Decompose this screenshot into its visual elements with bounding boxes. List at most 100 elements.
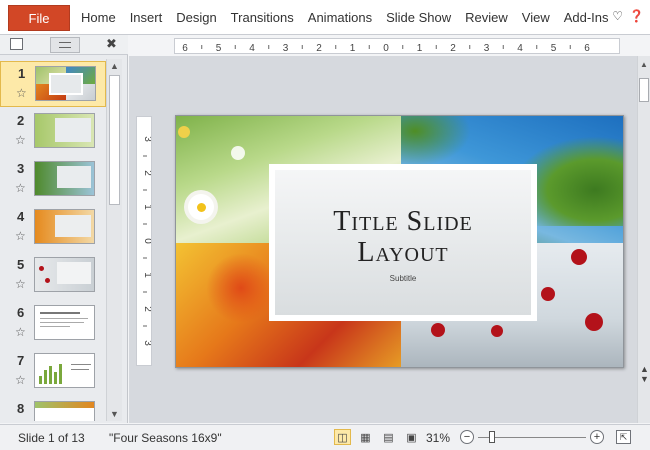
thumbnail-2[interactable]: 2 ☆ bbox=[0, 109, 106, 155]
help-icon[interactable]: ❓ bbox=[629, 9, 644, 23]
reading-view-icon[interactable]: ▤ bbox=[380, 429, 397, 445]
thumbnail-8[interactable]: 8 bbox=[0, 397, 106, 421]
pane-header: ✖ bbox=[0, 35, 128, 55]
ruler-label: 3 bbox=[142, 340, 152, 346]
thumbnail-image bbox=[35, 66, 96, 101]
previous-slide-icon[interactable]: ▲ bbox=[639, 364, 650, 374]
ruler-label: 3 bbox=[142, 136, 152, 142]
thumbnail-1[interactable]: 1 ☆ bbox=[0, 61, 106, 107]
slide-subtitle[interactable]: Subtitle bbox=[275, 274, 531, 283]
ruler-label: 2 bbox=[142, 306, 152, 312]
next-slide-icon[interactable]: ▼ bbox=[639, 374, 650, 384]
ruler-label: 1 bbox=[350, 43, 356, 54]
thumbnail-number: 8 bbox=[17, 401, 25, 416]
tab-design[interactable]: Design bbox=[169, 8, 223, 27]
thumbnail-scrollbar[interactable]: ▲ ▼ bbox=[106, 59, 122, 421]
slide-counter: Slide 1 of 13 bbox=[18, 431, 85, 445]
transition-star-icon: ☆ bbox=[16, 86, 27, 100]
ruler-label: 6 bbox=[584, 43, 590, 54]
tab-animations[interactable]: Animations bbox=[301, 8, 379, 27]
zoom-slider-thumb[interactable] bbox=[489, 431, 495, 443]
tab-insert[interactable]: Insert bbox=[123, 8, 170, 27]
tab-view[interactable]: View bbox=[515, 8, 557, 27]
scroll-thumb[interactable] bbox=[109, 75, 120, 205]
ribbon-controls: ♡ ❓ bbox=[612, 9, 644, 23]
thumbnail-6[interactable]: 6 ☆ bbox=[0, 301, 106, 347]
ruler-label: 2 bbox=[142, 170, 152, 176]
thumbnail-number: 3 bbox=[17, 161, 25, 176]
thumbnail-image bbox=[34, 401, 95, 421]
thumbnail-number: 4 bbox=[17, 209, 25, 224]
scroll-down-icon[interactable]: ▼ bbox=[110, 409, 119, 419]
ruler-label: 2 bbox=[450, 43, 456, 54]
canvas-scrollbar[interactable]: ▲ ▲ ▼ bbox=[637, 56, 650, 423]
chevron-down-icon[interactable]: ♡ bbox=[612, 9, 623, 23]
thumbnail-image bbox=[34, 209, 95, 244]
outline-tab[interactable] bbox=[50, 37, 80, 53]
transition-star-icon: ☆ bbox=[15, 229, 26, 243]
vertical-ruler: 3 2 1 0 1 2 3 bbox=[136, 116, 152, 366]
thumbnail-number: 5 bbox=[17, 257, 25, 272]
slide-title-line1: Title Slide bbox=[333, 206, 473, 237]
tab-review[interactable]: Review bbox=[458, 8, 515, 27]
ruler-label: 5 bbox=[216, 43, 222, 54]
thumbnail-4[interactable]: 4 ☆ bbox=[0, 205, 106, 251]
ruler-label: 6 bbox=[182, 43, 188, 54]
thumbnail-3[interactable]: 3 ☆ bbox=[0, 157, 106, 203]
transition-star-icon: ☆ bbox=[15, 373, 26, 387]
slide-sorter-icon[interactable]: ▦ bbox=[357, 429, 374, 445]
fit-to-window-icon[interactable]: ⇱ bbox=[616, 430, 631, 444]
ruler-label: 1 bbox=[142, 272, 152, 278]
slides-tab[interactable] bbox=[10, 38, 23, 50]
thumbnail-7[interactable]: 7 ☆ bbox=[0, 349, 106, 395]
tab-home[interactable]: Home bbox=[74, 8, 123, 27]
ruler-label: 0 bbox=[383, 43, 389, 54]
close-icon[interactable]: ✖ bbox=[106, 36, 117, 52]
transition-star-icon: ☆ bbox=[15, 277, 26, 291]
ruler-label: 0 bbox=[142, 238, 152, 244]
ruler-label: 1 bbox=[417, 43, 423, 54]
ruler-label: 3 bbox=[484, 43, 490, 54]
transition-star-icon: ☆ bbox=[15, 133, 26, 147]
slide[interactable]: Title Slide Layout Subtitle bbox=[175, 115, 624, 368]
scroll-thumb[interactable] bbox=[639, 78, 649, 102]
theme-name[interactable]: "Four Seasons 16x9" bbox=[109, 431, 222, 445]
zoom-level[interactable]: 31% bbox=[426, 431, 450, 445]
slideshow-icon[interactable]: ▣ bbox=[403, 429, 420, 445]
file-tab[interactable]: File bbox=[8, 5, 70, 31]
thumbnail-image bbox=[34, 353, 95, 388]
transition-star-icon: ☆ bbox=[15, 325, 26, 339]
ruler-label: 5 bbox=[551, 43, 557, 54]
scroll-up-icon[interactable]: ▲ bbox=[110, 61, 119, 71]
outline-icon bbox=[59, 42, 71, 48]
ribbon: File Home Insert Design Transitions Anim… bbox=[0, 0, 650, 35]
slide-nav: ▲ ▼ bbox=[639, 364, 650, 384]
slide-title-line2: Layout bbox=[357, 237, 449, 268]
zoom-in-icon[interactable]: + bbox=[590, 430, 604, 444]
ruler-label: 1 bbox=[142, 204, 152, 210]
thumbnail-number: 6 bbox=[17, 305, 25, 320]
ruler-label: 2 bbox=[316, 43, 322, 54]
thumbnail-5[interactable]: 5 ☆ bbox=[0, 253, 106, 299]
transition-star-icon: ☆ bbox=[15, 181, 26, 195]
normal-view-icon[interactable]: ◫ bbox=[334, 429, 351, 445]
ruler-label: 4 bbox=[249, 43, 255, 54]
title-placeholder[interactable]: Title Slide Layout Subtitle bbox=[269, 164, 537, 321]
thumbnail-number: 7 bbox=[17, 353, 25, 368]
thumbnail-image bbox=[34, 113, 95, 148]
slide-title[interactable]: Title Slide Layout bbox=[275, 206, 531, 268]
horizontal-ruler: 6 5 4 3 2 1 0 1 2 3 4 5 6 bbox=[174, 38, 620, 54]
status-bar: Slide 1 of 13 "Four Seasons 16x9" ◫ ▦ ▤ … bbox=[0, 424, 650, 450]
zoom-out-icon[interactable]: − bbox=[460, 430, 474, 444]
scroll-up-icon[interactable]: ▲ bbox=[640, 60, 648, 69]
tab-add-ins[interactable]: Add-Ins bbox=[557, 8, 616, 27]
ribbon-tabs: Home Insert Design Transitions Animation… bbox=[74, 8, 616, 27]
thumbnail-number: 1 bbox=[18, 66, 26, 81]
tab-slide-show[interactable]: Slide Show bbox=[379, 8, 458, 27]
tab-transitions[interactable]: Transitions bbox=[224, 8, 301, 27]
thumbnail-number: 2 bbox=[17, 113, 25, 128]
ruler-label: 4 bbox=[517, 43, 523, 54]
slides-pane: ✖ 1 ☆ 2 ☆ 3 ☆ 4 ☆ 5 ☆ 6 ☆ 7 ☆ 8 ▲ ▼ bbox=[0, 35, 128, 423]
thumbnail-image bbox=[34, 257, 95, 292]
thumbnail-image bbox=[34, 161, 95, 196]
